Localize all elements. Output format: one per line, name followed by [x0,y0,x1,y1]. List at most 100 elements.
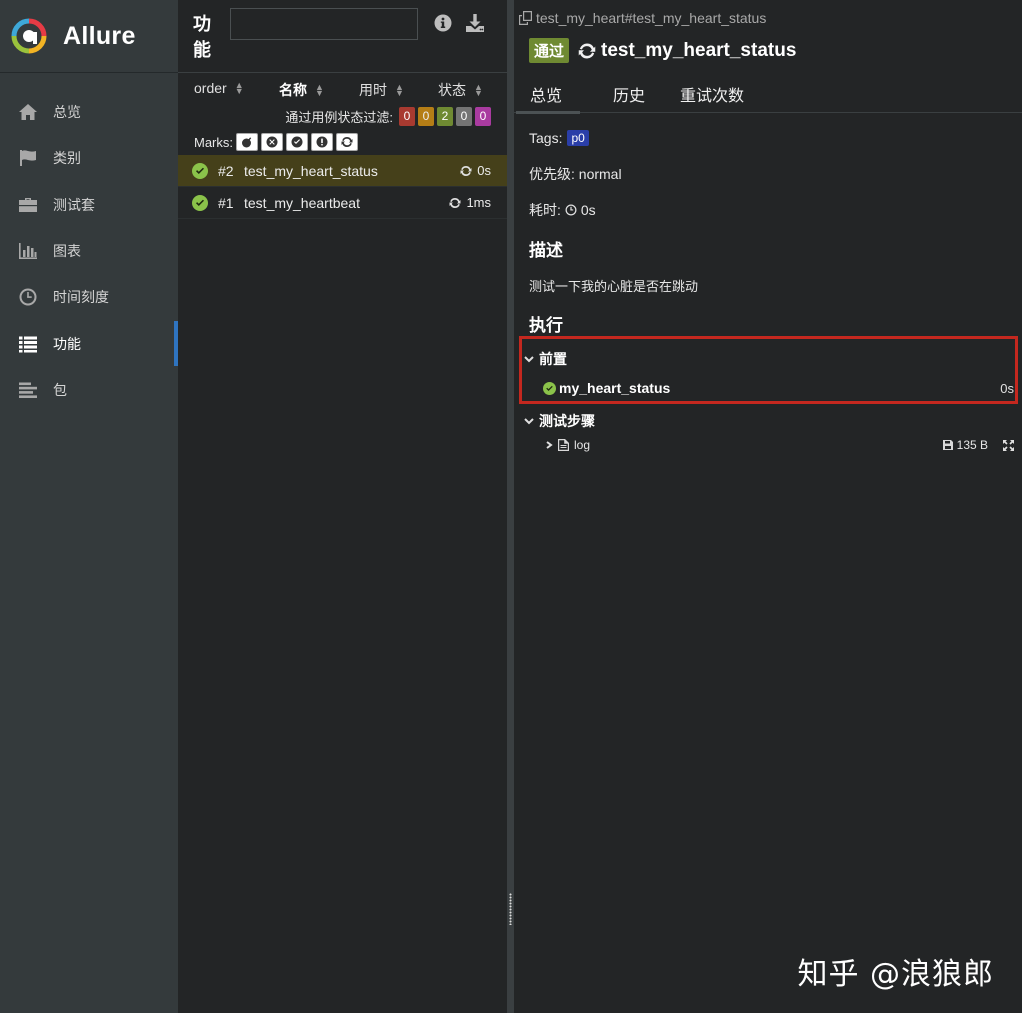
flag-icon [17,148,39,168]
attachment-size-value: 135 B [956,438,988,452]
test-order: #1 [218,194,234,211]
clock-icon [565,204,577,216]
refresh-icon [578,42,596,59]
times-circle-icon [266,136,278,148]
steps-stage-toggle[interactable]: 测试步骤 [524,411,595,431]
expand-icon[interactable] [1003,439,1014,451]
pane-splitter[interactable] [507,0,514,1013]
test-row[interactable]: #2 test_my_heart_status 0s [178,155,507,187]
setup-stage-toggle[interactable]: 前置 [524,349,567,369]
sidebar-item-graphs[interactable]: 图表 [0,228,178,274]
passed-check-icon [543,381,556,395]
column-order[interactable]: order ▲ ▼ [194,80,244,96]
info-icon[interactable] [433,13,453,33]
page-title: test_my_heart_status [601,39,797,61]
sidebar: Allure 总览 类别 测试套 图表 时间刻度 功能 包 [0,0,178,1013]
retry-icon [449,197,461,208]
copy-icon [519,11,532,25]
sidebar-item-packages[interactable]: 包 [0,367,178,413]
description-heading: 描述 [529,241,563,260]
mark-new-failed-button[interactable] [261,133,283,151]
bar-chart-icon [17,241,39,261]
column-name-label: 名称 [279,82,307,98]
tab-overview[interactable]: 总览 [516,74,580,114]
test-name: test_my_heart_status [244,162,378,179]
filter-skipped-badge[interactable]: 0 [456,106,472,126]
tab-history[interactable]: 历史 [613,74,645,113]
duration-row: 耗时: 0s [529,200,596,220]
column-name[interactable]: 名称 ▲ ▼ [279,80,324,100]
tree-header: 功能 [178,0,507,73]
column-status[interactable]: 状态 ▲ ▼ [438,80,483,100]
sidebar-item-label: 类别 [53,150,81,167]
chevron-right-icon [546,441,553,449]
column-order-label: order [194,80,227,96]
allure-logo-icon [11,18,47,54]
sort-icon: ▲ ▼ [234,80,244,96]
mark-retries-button[interactable] [336,133,358,151]
filter-unknown-badge[interactable]: 0 [475,106,491,126]
column-duration[interactable]: 用时 ▲ ▼ [359,80,404,100]
download-icon[interactable] [465,13,485,33]
tab-retries[interactable]: 重试次数 [680,74,744,113]
breadcrumb[interactable]: test_my_heart#test_my_heart_status [519,10,766,26]
brand[interactable]: Allure [0,0,178,73]
mark-flaky-button[interactable] [236,133,258,151]
column-duration-label: 用时 [359,82,387,98]
tags-label: Tags: [529,130,563,146]
column-status-label: 状态 [438,82,466,98]
fixture-name: my_heart_status [559,380,671,396]
test-row[interactable]: #1 test_my_heartbeat 1ms [178,187,507,219]
retry-icon [460,165,472,176]
breadcrumb-text: test_my_heart#test_my_heart_status [536,10,767,26]
filter-failed-badge[interactable]: 0 [399,106,415,126]
sidebar-item-label: 测试套 [53,196,95,213]
mark-new-broken-button[interactable] [311,133,333,151]
sidebar-item-label: 总览 [53,104,81,121]
test-duration: 0s [460,163,491,178]
detail-tabs: 总览 历史 重试次数 [514,74,1022,114]
attachment-size: 135 B [942,438,988,452]
filter-broken-badge[interactable]: 0 [418,106,434,126]
test-title-row: 通过 test_my_heart_status [529,38,796,63]
briefcase-icon [17,195,39,215]
sidebar-item-overview[interactable]: 总览 [0,89,178,135]
sidebar-nav: 总览 类别 测试套 图表 时间刻度 功能 包 [0,89,178,413]
chevron-down-icon [524,356,534,363]
test-order: #2 [218,162,234,179]
watermark: 知乎 @浪狼郎 [797,957,994,992]
search-input[interactable] [230,8,418,40]
attachment-name: log [574,438,591,452]
test-name: test_my_heartbeat [244,194,360,211]
passed-check-icon [192,194,208,211]
test-list: #2 test_my_heart_status 0s #1 test_my_he… [178,155,507,219]
attachment-row[interactable]: log 135 B [545,438,1014,452]
sort-icon: ▲ ▼ [315,82,324,98]
sidebar-item-categories[interactable]: 类别 [0,135,178,181]
refresh-icon [341,136,353,148]
list-icon [17,334,39,354]
fixture-row[interactable]: my_heart_status 0s [543,380,1014,396]
sidebar-item-timeline[interactable]: 时间刻度 [0,274,178,320]
sort-icon: ▲ ▼ [395,82,404,98]
marks-label: Marks: [194,134,233,150]
tree-panel: 功能 order ▲ ▼ 名称 ▲ ▼ 用时 ▲ ▼ 状态 ▲ ▼ 通过用例状态过滤: … [178,0,507,1013]
test-duration-value: 1ms [466,195,491,210]
status-filter-label: 通过用例状态过滤: [285,109,393,125]
test-detail-pane: test_my_heart#test_my_heart_status 通过 te… [514,0,1022,1013]
sidebar-item-behaviors[interactable]: 功能 [0,320,178,367]
clock-icon [17,287,39,307]
sidebar-item-label: 图表 [53,243,81,260]
filter-passed-badge[interactable]: 2 [437,106,453,126]
severity-label: 优先级: [529,166,575,182]
tags-row: Tags: p0 [529,130,589,146]
mark-new-passed-button[interactable] [286,133,308,151]
drag-handle-icon[interactable] [509,893,512,925]
sort-icon: ▲ ▼ [474,82,483,98]
description-text: 测试一下我的心脏是否在跳动 [529,279,699,294]
save-icon [942,440,953,450]
bomb-icon [242,137,252,148]
sidebar-item-suites[interactable]: 测试套 [0,182,178,228]
marks-filter: Marks: [194,132,358,152]
sidebar-item-label: 包 [53,381,67,398]
